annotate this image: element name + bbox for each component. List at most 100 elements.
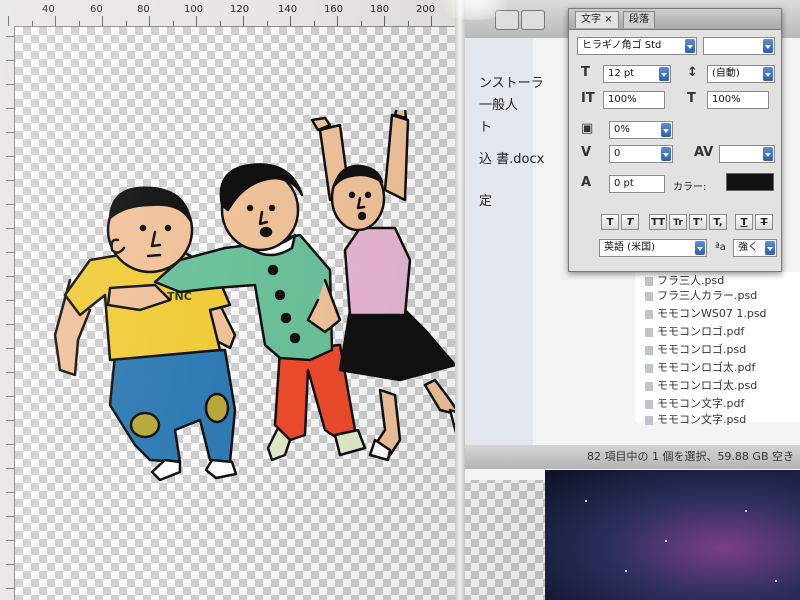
star xyxy=(585,500,587,502)
dropdown-arrow-icon xyxy=(765,241,775,255)
tracking-ratio-field[interactable]: 0% xyxy=(609,121,673,139)
dropdown-arrow-icon xyxy=(661,123,671,137)
tab-paragraph[interactable]: 段落 xyxy=(623,11,655,28)
kerning-value: 0 xyxy=(614,148,621,159)
small-caps-button[interactable]: Tr xyxy=(669,214,687,230)
faux-italic-button[interactable]: T xyxy=(621,214,639,230)
ruler-tick: 140 xyxy=(278,4,298,15)
pdf-file-icon xyxy=(645,363,653,373)
sidebar-item[interactable]: ンストーラ xyxy=(479,72,544,91)
file-item[interactable]: フラ三人.psd xyxy=(645,272,724,288)
file-name: モモコン文字.pdf xyxy=(657,397,745,410)
file-item[interactable]: モモコン文字.psd xyxy=(645,411,746,427)
ruler-tick-mark xyxy=(6,252,14,253)
ruler-tick-mark xyxy=(384,16,385,26)
ruler-tick-mark xyxy=(55,16,56,26)
character-panel: 文字 × 段落 ヒラギノ角ゴ Std T 12 pt ↕ (自動) IT 100… xyxy=(568,8,782,272)
tab-label: 段落 xyxy=(629,14,649,25)
ruler-tick-mark xyxy=(431,16,432,26)
tab-label: 文字 xyxy=(581,14,601,25)
sidebar-item[interactable]: 定 xyxy=(479,190,492,209)
ruler-tick-mark xyxy=(196,16,197,26)
ruler-tick-mark xyxy=(6,156,14,157)
file-item[interactable]: モモコン文字.pdf xyxy=(645,395,744,411)
underline-button[interactable]: T xyxy=(735,214,753,230)
file-item[interactable]: モモコンロゴ太.pdf xyxy=(645,359,755,375)
ruler-tick-mark xyxy=(6,324,14,325)
three-kids-illustration[interactable]: TNC xyxy=(40,110,500,510)
all-caps-button[interactable]: TT xyxy=(649,214,667,230)
ruler-tick-mark xyxy=(6,396,14,397)
ruler-tick-mark xyxy=(6,108,14,109)
tracking-field[interactable] xyxy=(719,145,775,163)
file-item[interactable]: モモコンロゴ太.psd xyxy=(645,377,757,393)
font-family-select[interactable]: ヒラギノ角ゴ Std xyxy=(577,37,697,55)
faux-bold-button[interactable]: T xyxy=(601,214,619,230)
ruler-tick-mark xyxy=(360,21,362,26)
text-color-swatch[interactable] xyxy=(726,173,774,191)
ruler-tick: 200 xyxy=(416,4,436,15)
superscript-button[interactable]: T' xyxy=(689,214,707,230)
finder-status-bar: 82 項目中の 1 個を選択、59.88 GB 空き xyxy=(465,445,800,469)
ruler-tick-mark xyxy=(6,564,14,565)
close-icon[interactable]: × xyxy=(604,14,612,25)
psd-file-icon xyxy=(645,276,653,286)
file-item[interactable]: モモコンWS07 1.psd xyxy=(645,305,767,321)
psd-file-icon xyxy=(645,309,653,319)
column-view-icon[interactable] xyxy=(521,10,545,30)
file-item-selected[interactable]: フラ三人カラー.psd xyxy=(645,287,757,303)
ruler-tick-mark xyxy=(149,16,150,26)
ruler-tick: 160 xyxy=(324,4,344,15)
boy-yellow-shirt: TNC xyxy=(53,186,238,482)
ruler-tick-mark xyxy=(31,21,33,26)
dropdown-arrow-icon xyxy=(659,67,669,81)
ruler-tick-mark xyxy=(125,21,127,26)
ruler-tick-mark xyxy=(6,276,14,277)
vertical-scale-field[interactable]: 100% xyxy=(603,91,665,109)
baseline-shift-icon: A xyxy=(581,175,592,190)
file-name: モモコン文字.psd xyxy=(657,413,747,426)
leading-value: (自動) xyxy=(712,68,740,79)
horizontal-scale-field[interactable]: 100% xyxy=(707,91,769,109)
sidebar-item[interactable]: 込 書.docx xyxy=(479,148,544,167)
ruler-tick-mark xyxy=(172,21,174,26)
ruler-tick-mark xyxy=(6,468,14,469)
horizontal-scale-icon: T xyxy=(687,91,696,106)
ruler-tick-mark xyxy=(6,228,14,229)
kerning-field[interactable]: 0 xyxy=(609,145,673,163)
ruler-tick: 40 xyxy=(42,4,55,15)
document-window-edge xyxy=(455,0,465,600)
horizontal-scale-value: 100% xyxy=(712,94,741,105)
ruler-tick-mark xyxy=(6,300,14,301)
antialias-label: a xyxy=(719,242,726,253)
baseline-shift-field[interactable]: 0 pt xyxy=(609,175,665,193)
file-name: フラ三人カラー.psd xyxy=(657,289,758,302)
star xyxy=(745,510,747,512)
font-family-value: ヒラギノ角ゴ Std xyxy=(582,40,662,51)
font-style-select[interactable] xyxy=(703,37,775,55)
dropdown-arrow-icon xyxy=(763,67,773,81)
language-select[interactable]: 英語 (米国) xyxy=(599,239,707,257)
strikethrough-button[interactable]: T xyxy=(755,214,773,230)
antialias-select[interactable]: 強く xyxy=(733,239,777,257)
baseline-shift-value: 0 pt xyxy=(614,178,634,189)
vertical-scale-value: 100% xyxy=(608,94,637,105)
file-item[interactable]: モモコンロゴ.pdf xyxy=(645,323,744,339)
ruler-tick-mark xyxy=(407,21,409,26)
ruler-tick-mark xyxy=(6,132,14,133)
sidebar-item[interactable]: 一般人 xyxy=(479,94,518,113)
font-size-field[interactable]: 12 pt xyxy=(603,65,671,83)
language-value: 英語 (米国) xyxy=(604,242,655,253)
sidebar-item[interactable]: ト xyxy=(479,116,492,135)
ruler-tick-mark xyxy=(6,204,14,205)
ruler-tick: 100 xyxy=(184,4,204,15)
file-name: モモコンロゴ太.pdf xyxy=(657,361,756,374)
tab-character[interactable]: 文字 × xyxy=(575,11,619,28)
leading-field[interactable]: (自動) xyxy=(707,65,775,83)
vertical-scale-icon: IT xyxy=(581,91,595,106)
panel-tab-bar: 文字 × 段落 xyxy=(569,9,781,30)
subscript-button[interactable]: T, xyxy=(709,214,727,230)
ruler-tick-mark xyxy=(6,180,14,181)
file-item[interactable]: モモコンロゴ.psd xyxy=(645,341,746,357)
tracking-ratio-icon: ▣ xyxy=(581,121,594,136)
